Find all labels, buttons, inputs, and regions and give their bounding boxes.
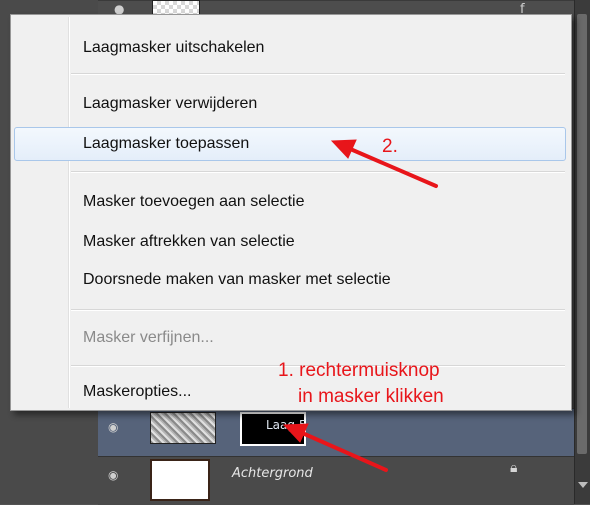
arrow-head — [282, 423, 309, 443]
arrow-to-toepassen — [346, 146, 438, 188]
arrow-head — [330, 139, 357, 159]
arrow-to-mask-thumbnail — [298, 430, 388, 472]
annotation-arrows — [282, 139, 438, 472]
